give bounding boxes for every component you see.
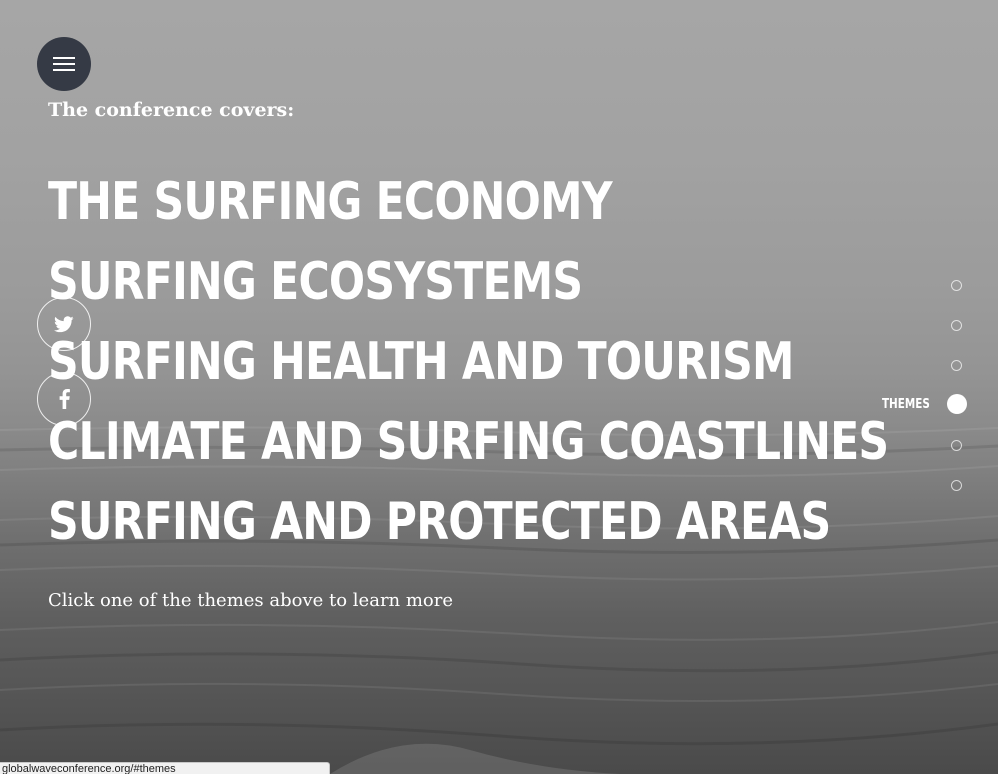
menu-button[interactable] <box>37 37 91 91</box>
section-dot-1[interactable] <box>951 280 962 291</box>
theme-link-protected-areas[interactable]: Surfing and Protected Areas <box>48 482 888 562</box>
themes-hint-text: Click one of the themes above to learn m… <box>48 590 454 611</box>
twitter-icon <box>54 315 74 332</box>
theme-link-surfing-economy[interactable]: The Surfing Economy <box>48 162 888 242</box>
theme-link-climate-coastlines[interactable]: Climate and Surfing Coastlines <box>48 402 889 482</box>
section-dot-3[interactable] <box>951 360 962 371</box>
section-dot-5[interactable] <box>951 440 962 451</box>
section-dot-themes-active[interactable] <box>947 394 967 414</box>
section-dot-6[interactable] <box>951 480 962 491</box>
hamburger-menu-icon <box>53 57 75 71</box>
facebook-icon <box>59 389 70 409</box>
active-section-label: THEMES <box>882 397 930 412</box>
section-dot-2[interactable] <box>951 320 962 331</box>
twitter-share-button[interactable] <box>37 297 91 351</box>
theme-link-surfing-ecosystems[interactable]: Surfing Ecosystems <box>48 242 888 322</box>
theme-link-surfing-health-tourism[interactable]: Surfing Health and Tourism <box>48 322 888 402</box>
intro-heading: The conference covers: <box>48 99 295 121</box>
facebook-share-button[interactable] <box>37 372 91 426</box>
browser-status-bar-url: globalwaveconference.org/#themes <box>0 762 330 774</box>
section-dot-nav: THEMES <box>842 276 967 516</box>
